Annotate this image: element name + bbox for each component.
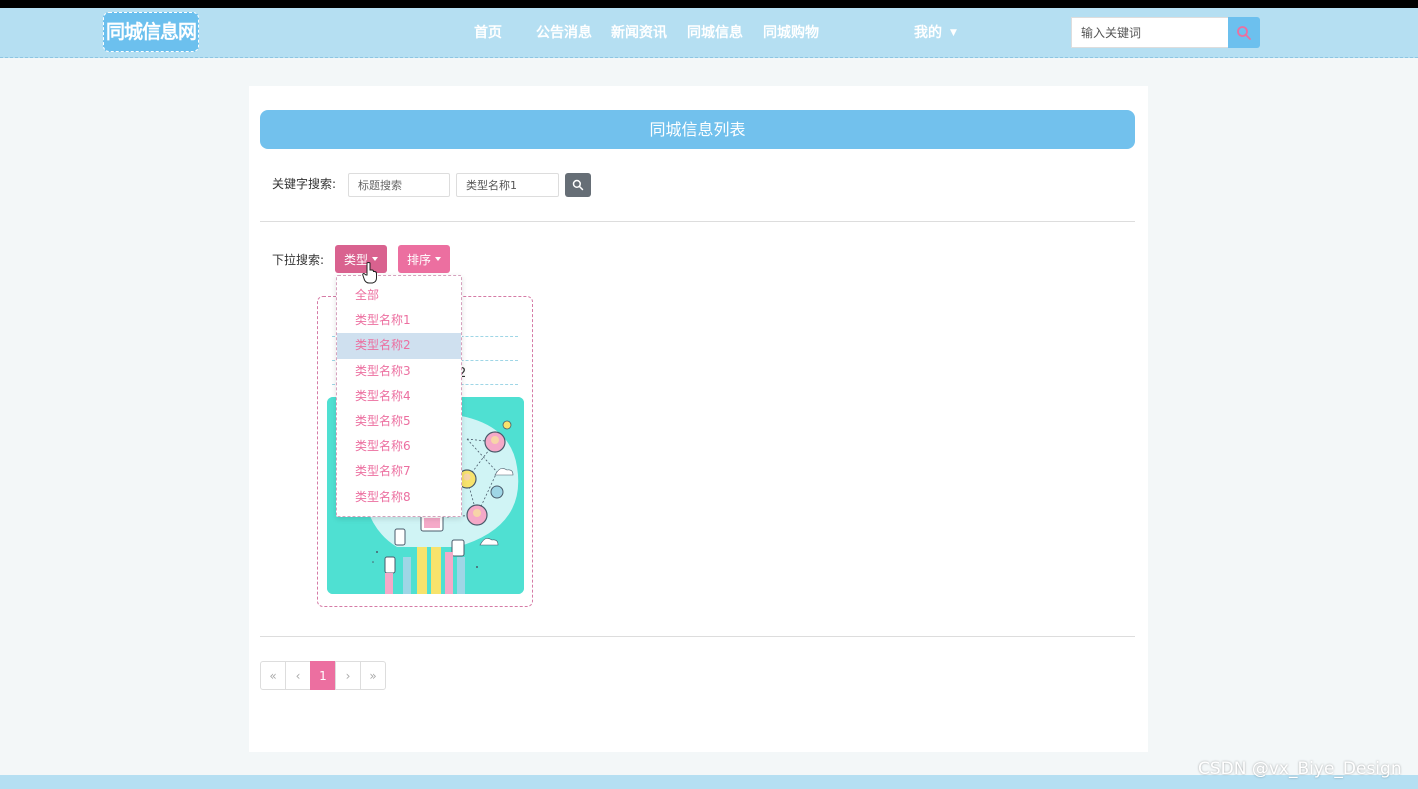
top-strip: [0, 0, 1418, 8]
dropdown-item[interactable]: 类型名称5: [337, 409, 461, 434]
nav-news[interactable]: 新闻资讯: [611, 22, 667, 42]
title-search-input[interactable]: [348, 173, 450, 197]
dropdown-item[interactable]: 类型名称3: [337, 359, 461, 384]
pagination-page[interactable]: 1: [310, 661, 336, 690]
keyword-search-button[interactable]: [565, 173, 591, 197]
nav-announcements[interactable]: 公告消息: [536, 22, 592, 42]
dropdown-item[interactable]: 全部: [337, 283, 461, 308]
search-icon: [1237, 25, 1251, 40]
pagination-next[interactable]: ›: [335, 661, 361, 690]
nav-shopping[interactable]: 同城购物: [763, 22, 819, 42]
nav-mine[interactable]: 我的 ▼: [914, 22, 957, 42]
dropdown-search-label: 下拉搜索:: [272, 253, 325, 267]
dropdown-item-highlighted[interactable]: 类型名称2: [337, 333, 461, 359]
caret-down-icon: [435, 257, 442, 261]
search-icon: [572, 179, 584, 191]
pagination: « ‹ 1 › »: [260, 661, 386, 690]
nav-local-info[interactable]: 同城信息: [687, 22, 743, 42]
dropdown-item[interactable]: 类型名称8: [337, 485, 461, 510]
sort-dropdown-label: 排序: [407, 252, 432, 267]
type-search-input[interactable]: [456, 173, 559, 197]
watermark: CSDN @vx_Biye_Design: [1198, 759, 1402, 779]
nav-home[interactable]: 首页: [474, 22, 502, 42]
pagination-last[interactable]: »: [360, 661, 386, 690]
navbar: 同城信息网 首页 公告消息 新闻资讯 同城信息 同城购物 我的 ▼: [0, 8, 1418, 58]
chevron-down-icon: ▼: [950, 28, 957, 38]
caret-down-icon: [372, 257, 379, 261]
type-dropdown-menu: 全部 类型名称1 类型名称2 类型名称3 类型名称4 类型名称5 类型名称6 类…: [336, 275, 462, 517]
dropdown-item[interactable]: 类型名称6: [337, 434, 461, 459]
nav-mine-label: 我的: [914, 25, 942, 41]
pagination-first[interactable]: «: [260, 661, 286, 690]
site-logo[interactable]: 同城信息网: [103, 12, 199, 52]
pagination-prev[interactable]: ‹: [285, 661, 311, 690]
header-search-input[interactable]: [1071, 17, 1229, 48]
dropdown-item[interactable]: 类型名称7: [337, 459, 461, 484]
keyword-search-label: 关键字搜索:: [272, 177, 337, 191]
sort-dropdown-button[interactable]: 排序: [398, 245, 451, 273]
dropdown-item[interactable]: 类型名称4: [337, 384, 461, 409]
divider: [260, 636, 1135, 637]
type-dropdown-button[interactable]: 类型: [335, 245, 388, 273]
dropdown-item[interactable]: 类型名称1: [337, 308, 461, 333]
content-panel: 同城信息列表 关键字搜索: 下拉搜索: 类型 排序 2: [249, 86, 1148, 752]
page-title: 同城信息列表: [260, 110, 1135, 149]
divider: [260, 221, 1135, 222]
hand-cursor-icon: [362, 262, 377, 284]
header-search-button[interactable]: [1228, 17, 1260, 48]
